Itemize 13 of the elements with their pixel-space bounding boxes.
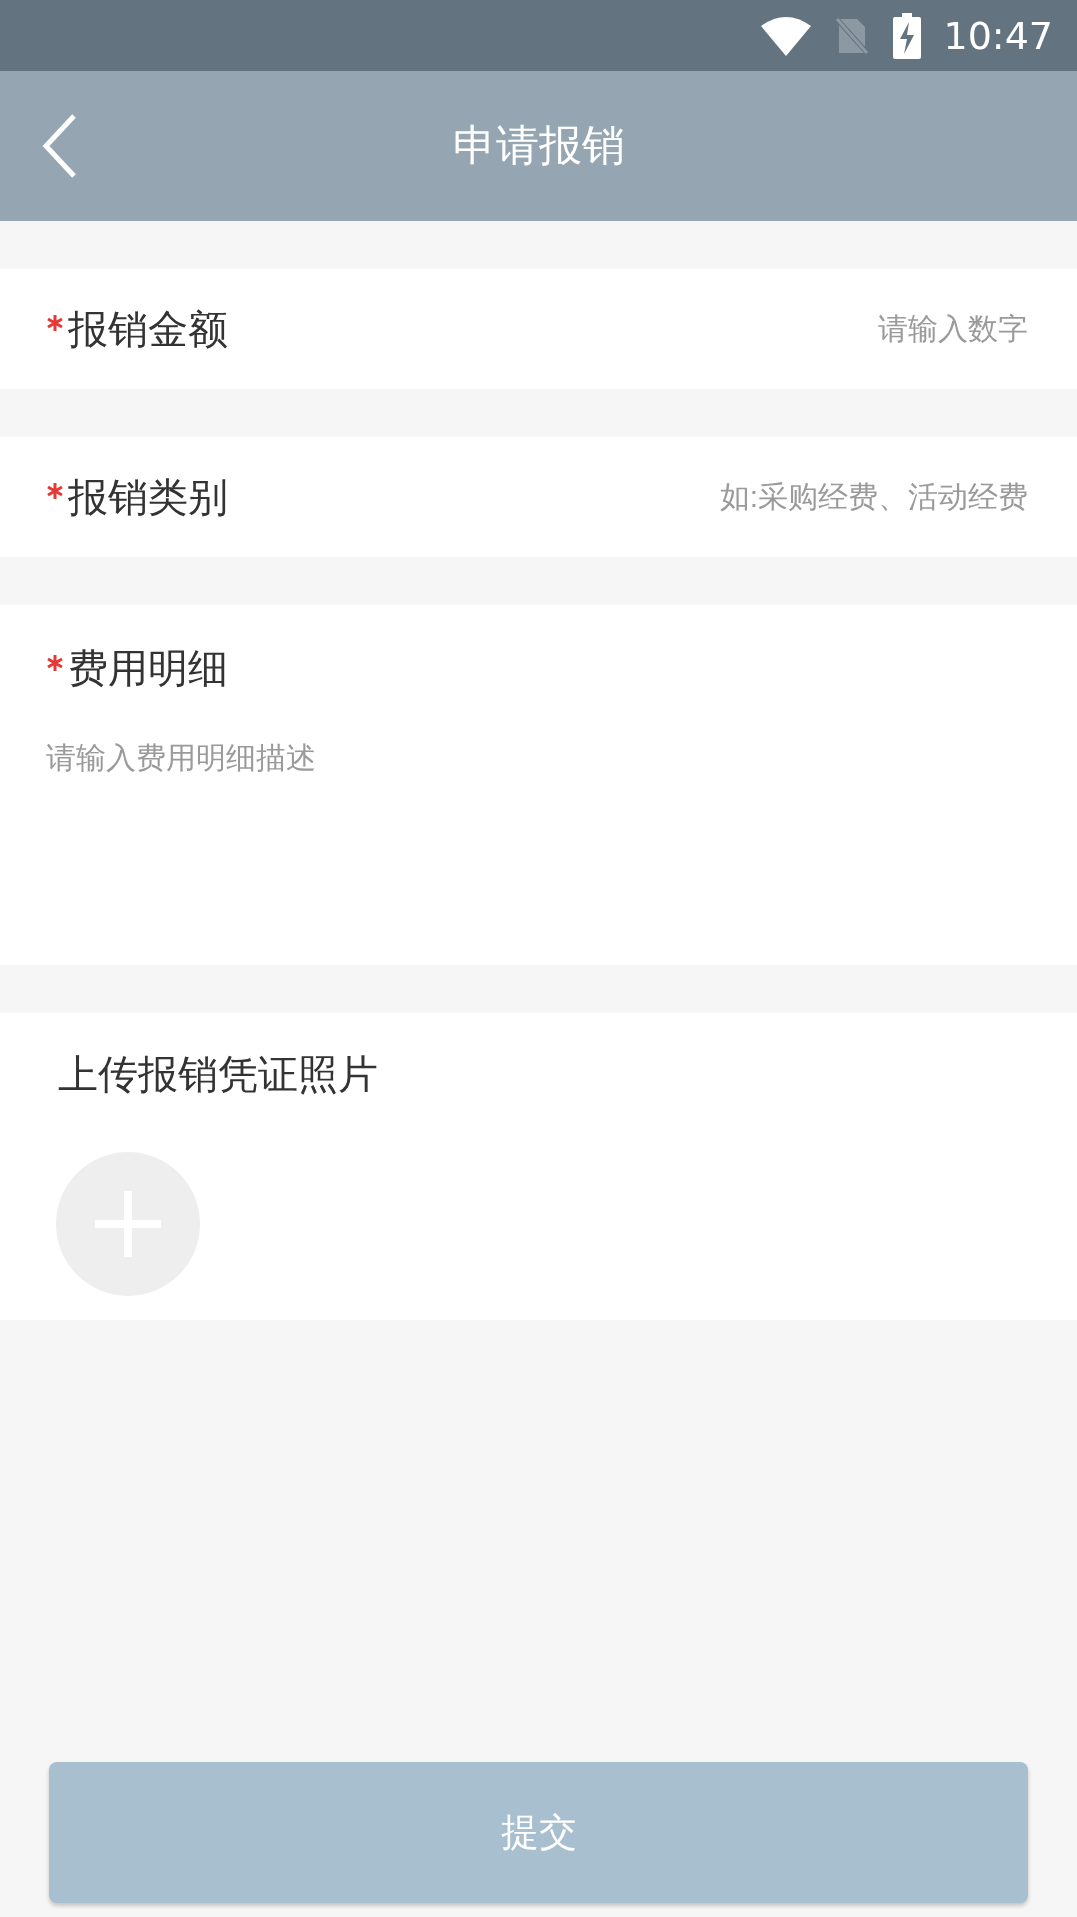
field-label: 报销金额 bbox=[68, 304, 228, 354]
back-chevron-icon bbox=[42, 113, 78, 179]
input-field[interactable]: 请输入费用明细描述 bbox=[46, 738, 1028, 858]
battery-charging-icon bbox=[893, 12, 922, 59]
section-title: 上传报销凭证照片 bbox=[58, 1050, 379, 1099]
detail-field[interactable]: 费用明细 请输入费用明细描述 bbox=[0, 605, 1077, 965]
page-title: 申请报销 bbox=[452, 119, 625, 172]
wifi-icon bbox=[761, 15, 812, 56]
input-field[interactable]: 请输入数字 bbox=[468, 312, 1028, 346]
status-time: 10:47 bbox=[943, 13, 1053, 58]
field-label: 报销类别 bbox=[68, 472, 228, 522]
field-label: 费用明细 bbox=[68, 644, 228, 693]
input-field[interactable]: 如:采购经费、活动经费 bbox=[468, 480, 1028, 514]
